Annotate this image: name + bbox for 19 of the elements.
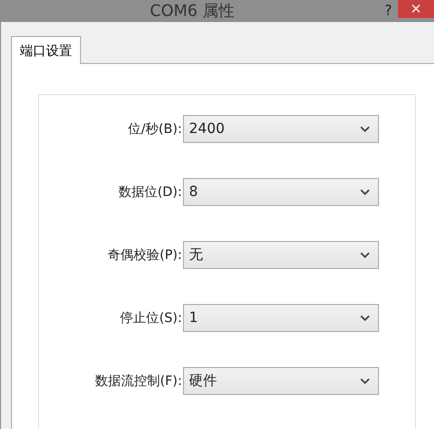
dropdown[interactable]: 1 [183, 304, 379, 332]
dropdown[interactable]: 硬件 [183, 367, 379, 395]
field-label: 数据位(D): [117, 184, 183, 201]
chevron-down-icon [360, 252, 370, 258]
chevron-down-icon [360, 315, 370, 321]
field-label: 奇偶校验(P): [106, 247, 183, 264]
chevron-down-icon [360, 126, 370, 132]
dropdown[interactable]: 8 [183, 178, 379, 206]
field-label: 停止位(S): [119, 310, 183, 327]
help-button[interactable]: ? [384, 3, 392, 19]
tab[interactable]: 端口设置 [11, 36, 81, 64]
field-label: 位/秒(B): [127, 121, 183, 138]
close-button[interactable]: × [398, 0, 434, 18]
chevron-down-icon [360, 378, 370, 384]
chevron-down-icon [360, 189, 370, 195]
dropdown[interactable]: 无 [183, 241, 379, 269]
field-label: 数据流控制(F): [94, 373, 183, 390]
window-title: COM6 属性 [148, 0, 236, 22]
dropdown[interactable]: 2400 [183, 115, 379, 143]
